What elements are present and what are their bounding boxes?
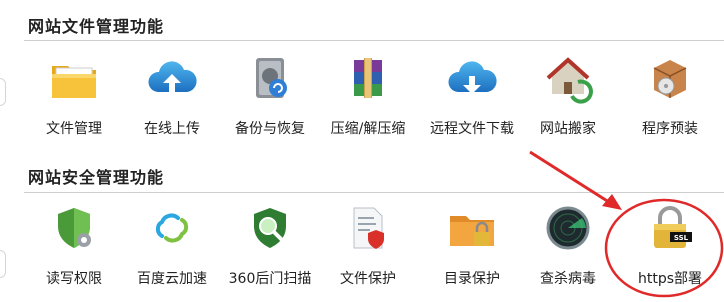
directory-protection-button[interactable]: 目录保护 [424,202,520,298]
house-move-icon [542,52,594,104]
item-label: 目录保护 [444,271,500,287]
cloud-download-icon [446,52,498,104]
item-label: 备份与恢复 [235,121,305,137]
section-divider [24,192,724,193]
item-label: 百度云加速 [137,271,207,287]
https-deploy-button[interactable]: SSL https部署 [622,202,718,298]
document-shield-icon [342,202,394,254]
shield-gear-icon [48,202,100,254]
ssl-padlock-icon: SSL [644,202,696,254]
item-label: 在线上传 [144,121,200,137]
item-label: 压缩/解压缩 [330,121,406,137]
item-label: 360后门扫描 [228,271,312,287]
folder-lock-icon [446,202,498,254]
hard-drive-backup-icon [244,52,296,104]
svg-text:SSL: SSL [674,234,689,242]
section-divider [24,40,724,41]
rw-permission-button[interactable]: 读写权限 [26,202,122,298]
program-preinstall-button[interactable]: 程序预装 [622,52,718,148]
backup-restore-button[interactable]: 备份与恢复 [222,52,318,148]
radar-scan-icon [542,202,594,254]
security-management-row: 读写权限 百度云加速 360后门扫描 文件保护 目录保护 查杀病毒 SSL ht… [0,202,724,302]
item-label: https部署 [637,271,703,287]
item-label: 程序预装 [642,121,698,137]
folder-icon [48,52,100,104]
virus-scan-button[interactable]: 查杀病毒 [520,202,616,298]
file-management-row: 文件管理 在线上传 备份与恢复 压缩/解压缩 远程文件下载 网站搬家 程序预装 [0,52,724,152]
item-label: 文件管理 [46,121,102,137]
online-upload-button[interactable]: 在线上传 [124,52,220,148]
item-label: 读写权限 [46,271,102,287]
site-migration-button[interactable]: 网站搬家 [520,52,616,148]
file-manager-button[interactable]: 文件管理 [26,52,122,148]
shield-magnifier-icon [244,202,296,254]
remote-download-button[interactable]: 远程文件下载 [424,52,520,148]
item-label: 远程文件下载 [430,121,514,137]
backdoor-scan-360-button[interactable]: 360后门扫描 [222,202,318,298]
section-title-file-management: 网站文件管理功能 [28,17,165,36]
baidu-cloud-accel-button[interactable]: 百度云加速 [124,202,220,298]
software-box-icon [644,52,696,104]
section-title-security-management: 网站安全管理功能 [28,168,165,187]
file-protection-button[interactable]: 文件保护 [320,202,416,298]
item-label: 网站搬家 [540,121,596,137]
compress-decompress-button[interactable]: 压缩/解压缩 [320,52,416,148]
item-label: 查杀病毒 [540,271,596,287]
item-label: 文件保护 [340,271,396,287]
cloud-upload-icon [146,52,198,104]
cloud-link-icon [146,202,198,254]
annotation-arrow [529,150,613,206]
archive-books-icon [342,52,394,104]
